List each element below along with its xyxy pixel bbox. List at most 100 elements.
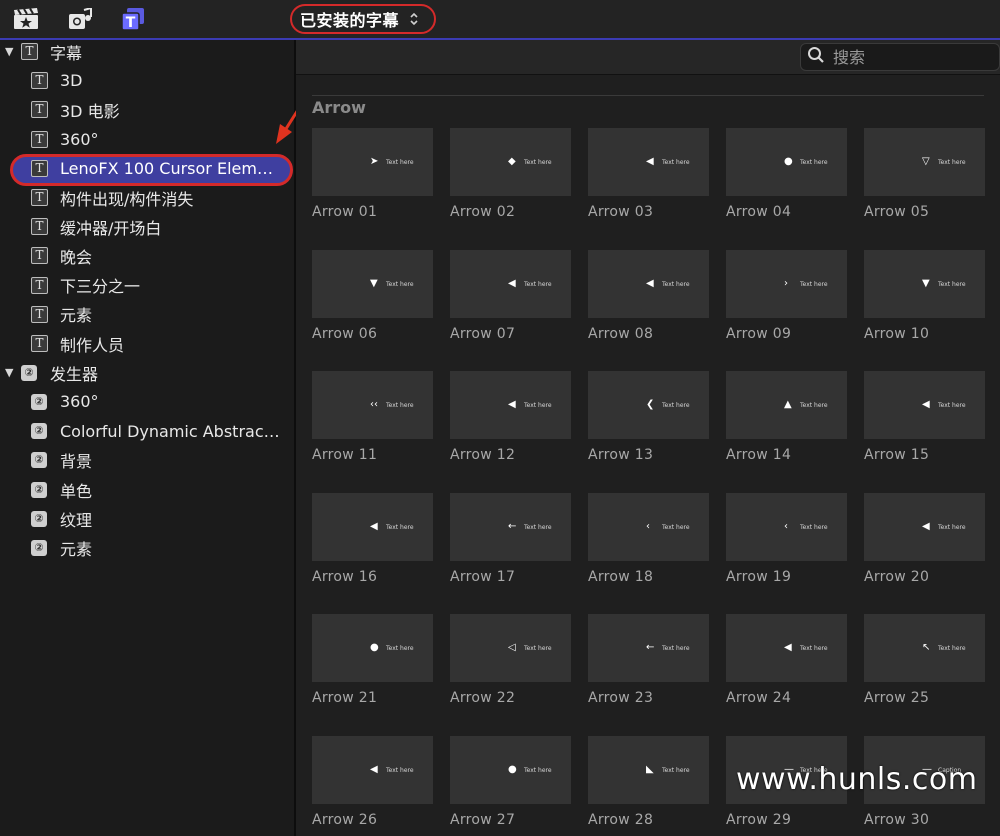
- effect-thumbnail[interactable]: ▽ Text here: [864, 128, 985, 196]
- sidebar-item[interactable]: ② 纹理: [0, 504, 294, 533]
- effect-tile[interactable]: ▲ Text here Arrow 14: [726, 371, 848, 463]
- disclosure-triangle-icon[interactable]: ▼: [5, 366, 13, 379]
- arrow-glyph-icon: ◀: [922, 520, 930, 532]
- sidebar-item[interactable]: ② Colorful Dynamic Abstract...: [0, 417, 294, 446]
- effect-tile[interactable]: ◀ Text here Arrow 12: [450, 371, 572, 463]
- thumbnail-text: Text here: [386, 767, 414, 774]
- effect-thumbnail[interactable]: ‹‹ Text here: [312, 371, 433, 440]
- effect-tile[interactable]: ◀ Text here Arrow 08: [588, 249, 710, 342]
- search-toolbar: [296, 40, 1000, 75]
- sidebar-item[interactable]: T 3D: [0, 66, 294, 95]
- effect-thumbnail[interactable]: ▼ Text here: [864, 249, 985, 318]
- sidebar-group-1[interactable]: ▼ ② 发生器: [0, 358, 294, 387]
- titles-generators-icon[interactable]: T: [120, 7, 146, 31]
- effect-tile[interactable]: ◀ Text here Arrow 20: [864, 492, 986, 585]
- sidebar-item[interactable]: T 缓冲器/开场白: [0, 212, 294, 241]
- effect-thumbnail[interactable]: ◀ Text here: [450, 371, 571, 440]
- sidebar-item[interactable]: T 构件出现/构件消失: [0, 183, 294, 212]
- effect-name: Arrow 25: [864, 690, 930, 707]
- thumbnail-text: Text here: [524, 645, 552, 653]
- effect-tile[interactable]: ▽ Text here Arrow 05: [864, 128, 986, 220]
- sidebar-item-label: 360°: [60, 392, 99, 412]
- sidebar-item-label: LenoFX 100 Cursor Elements: [60, 158, 282, 178]
- effect-thumbnail[interactable]: ● Text here: [450, 736, 571, 804]
- sidebar-item[interactable]: T 元素: [0, 300, 294, 329]
- photos-music-icon[interactable]: [67, 7, 93, 31]
- effect-thumbnail[interactable]: ◀ Text here: [864, 492, 985, 561]
- effect-tile[interactable]: ← Text here Arrow 17: [450, 492, 572, 585]
- effect-tile[interactable]: ◀ Text here Arrow 16: [312, 492, 434, 585]
- effect-tile[interactable]: ‹‹ Text here Arrow 11: [312, 371, 434, 463]
- effect-tile[interactable]: ➤ Text here Arrow 01: [312, 128, 434, 220]
- effect-thumbnail[interactable]: ▲ Text here: [726, 371, 847, 440]
- effect-tile[interactable]: ▼ Text here Arrow 06: [312, 249, 434, 342]
- clapper-star-icon[interactable]: [13, 7, 39, 31]
- effect-name: Arrow 19: [726, 568, 792, 585]
- search-input[interactable]: [831, 46, 985, 68]
- effect-tile[interactable]: ❮ Text here Arrow 13: [588, 371, 710, 463]
- effect-tile[interactable]: ◆ Text here Arrow 02: [450, 128, 572, 220]
- effect-tile[interactable]: ← Text here Arrow 23: [588, 614, 710, 706]
- disclosure-triangle-icon[interactable]: ▼: [5, 45, 13, 58]
- effect-thumbnail[interactable]: ‹ Text here: [726, 492, 847, 561]
- effect-thumbnail[interactable]: ● Text here: [312, 614, 433, 683]
- effect-thumbnail[interactable]: ◀ Text here: [864, 371, 985, 440]
- effect-name: Arrow 24: [726, 690, 792, 707]
- effect-tile[interactable]: ◁ Text here Arrow 22: [450, 614, 572, 706]
- library-dropdown[interactable]: 已安装的字幕: [290, 4, 436, 34]
- sidebar-item[interactable]: T 下三分之一: [0, 271, 294, 300]
- effect-tile[interactable]: ◀ Text here Arrow 15: [864, 371, 986, 463]
- effect-thumbnail[interactable]: ◀ Text here: [450, 249, 571, 318]
- effect-thumbnail[interactable]: ◀ Text here: [588, 128, 709, 196]
- sidebar-group-0[interactable]: ▼ T 字幕: [0, 37, 294, 66]
- effect-thumbnail[interactable]: ◁ Text here: [450, 614, 571, 683]
- sidebar-item-label: 360°: [60, 129, 99, 149]
- effect-tile[interactable]: ◀ Text here Arrow 07: [450, 249, 572, 342]
- watermark: www.hunls.com: [736, 762, 978, 797]
- search-field[interactable]: [800, 43, 1000, 71]
- sidebar-item-label: 晚会: [60, 247, 93, 267]
- effect-thumbnail[interactable]: ➤ Text here: [312, 128, 433, 196]
- sidebar-item[interactable]: T 制作人员: [0, 329, 294, 358]
- effect-thumbnail[interactable]: ◀ Text here: [588, 249, 709, 318]
- effect-tile[interactable]: ● Text here Arrow 21: [312, 614, 434, 706]
- effect-thumbnail[interactable]: ‹ Text here: [588, 492, 709, 561]
- effect-tile[interactable]: › Text here Arrow 09: [726, 249, 848, 342]
- effect-tile[interactable]: ◀ Text here Arrow 03: [588, 128, 710, 220]
- sidebar-item[interactable]: T LenoFX 100 Cursor Elements: [0, 154, 294, 183]
- title-T-icon: T: [31, 72, 48, 90]
- effect-tile[interactable]: ● Text here Arrow 04: [726, 128, 848, 220]
- sidebar-item[interactable]: ② 元素: [0, 533, 294, 562]
- effect-thumbnail[interactable]: ← Text here: [450, 492, 571, 561]
- effect-thumbnail[interactable]: ◣ Text here: [588, 736, 709, 804]
- effect-thumbnail[interactable]: ◀ Text here: [726, 614, 847, 683]
- effect-thumbnail[interactable]: ↖ Text here: [864, 614, 985, 683]
- effect-thumbnail[interactable]: ● Text here: [726, 128, 847, 196]
- sidebar-item[interactable]: T 3D 电影: [0, 95, 294, 124]
- generator-icon: ②: [31, 452, 47, 469]
- effect-tile[interactable]: ▼ Text here Arrow 10: [864, 249, 986, 342]
- arrow-glyph-icon: ➤: [370, 156, 379, 167]
- effect-thumbnail[interactable]: ❮ Text here: [588, 371, 709, 440]
- effect-thumbnail[interactable]: ← Text here: [588, 614, 709, 683]
- effect-thumbnail[interactable]: ◀ Text here: [312, 492, 433, 561]
- effect-tile[interactable]: ‹ Text here Arrow 18: [588, 492, 710, 585]
- effect-tile[interactable]: ◀ Text here Arrow 26: [312, 736, 434, 828]
- effect-tile[interactable]: ‹ Text here Arrow 19: [726, 492, 848, 585]
- sidebar-item[interactable]: ② 背景: [0, 446, 294, 475]
- effect-tile[interactable]: ◣ Text here Arrow 28: [588, 736, 710, 828]
- sidebar-item[interactable]: ② 单色: [0, 475, 294, 504]
- effect-thumbnail[interactable]: › Text here: [726, 249, 847, 318]
- title-T-icon: T: [31, 101, 48, 119]
- effect-tile[interactable]: ◀ Text here Arrow 24: [726, 614, 848, 706]
- sidebar-item[interactable]: ② 360°: [0, 387, 294, 416]
- effect-tile[interactable]: ↖ Text here Arrow 25: [864, 614, 986, 706]
- sidebar-item[interactable]: T 360°: [0, 125, 294, 154]
- effect-thumbnail[interactable]: ▼ Text here: [312, 249, 433, 318]
- effect-name: Arrow 16: [312, 568, 378, 585]
- effect-thumbnail[interactable]: ◀ Text here: [312, 736, 433, 804]
- effect-thumbnail[interactable]: ◆ Text here: [450, 128, 571, 196]
- effect-tile[interactable]: ● Text here Arrow 27: [450, 736, 572, 828]
- sidebar-item[interactable]: T 晚会: [0, 241, 294, 270]
- title-T-icon: T: [21, 43, 38, 60]
